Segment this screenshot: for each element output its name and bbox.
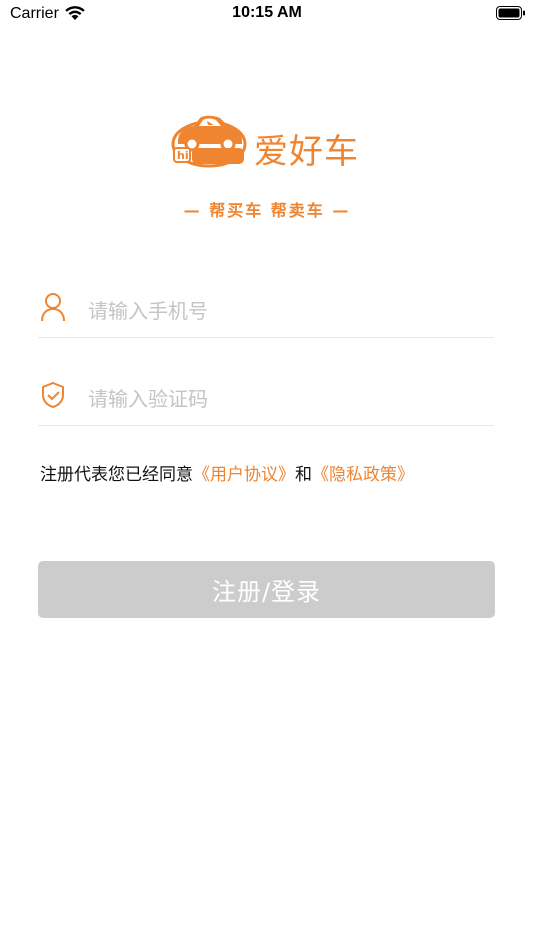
logo-text: hi CAR: [177, 149, 223, 162]
phone-input[interactable]: [88, 296, 488, 326]
battery-icon: [496, 6, 525, 20]
agreement-text: 注册代表您已经同意《用户协议》和《隐私政策》: [40, 460, 414, 485]
car-logo-icon: [171, 115, 247, 168]
status-bar: Carrier 10:15 AM: [0, 0, 534, 30]
phone-field: [38, 268, 494, 338]
agreement-connector: 和: [295, 465, 312, 485]
login-screen: Carrier 10:15 AM hi CAR 爱好车 — 帮买车 帮卖车 — …: [0, 0, 534, 950]
user-icon: [41, 293, 65, 322]
agreement-prefix: 注册代表您已经同意: [40, 465, 193, 485]
brand-name: 爱好车: [254, 132, 359, 172]
privacy-policy-link[interactable]: 《隐私政策》: [312, 465, 414, 485]
register-login-button[interactable]: 注册/登录: [38, 561, 495, 618]
brand-logo: hi CAR 爱好车: [170, 110, 370, 180]
brand-slogan: — 帮买车 帮卖车 —: [183, 201, 351, 220]
shield-check-icon: [42, 381, 64, 409]
verification-code-input[interactable]: [88, 384, 488, 414]
user-agreement-link[interactable]: 《用户协议》: [193, 465, 295, 485]
status-time: 10:15 AM: [232, 4, 302, 21]
verification-code-field: [38, 356, 494, 426]
